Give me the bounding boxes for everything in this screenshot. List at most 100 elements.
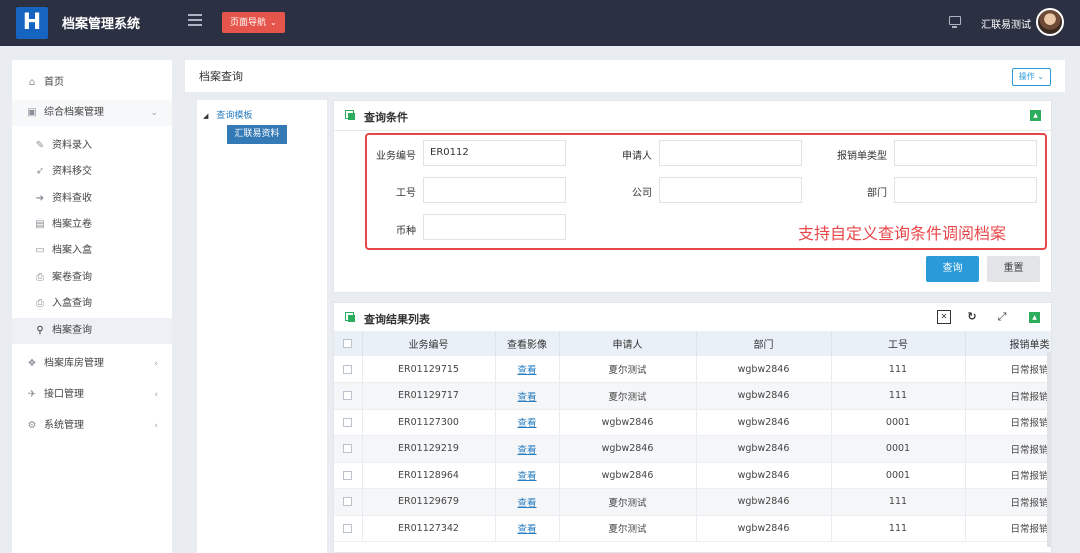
- view-image-link[interactable]: 查看: [517, 418, 536, 429]
- search-button[interactable]: 查询: [926, 256, 979, 282]
- row-checkbox[interactable]: [343, 497, 353, 507]
- print-icon: ⎙: [36, 272, 44, 283]
- menu-toggle-icon[interactable]: [188, 14, 202, 26]
- user-name[interactable]: 汇联易测试: [981, 16, 1031, 31]
- table-row[interactable]: ER01129219 查看 wgbw2846 wgbw2846 0001 日常报…: [334, 435, 1051, 463]
- table-cell: 日常报销: [965, 382, 1051, 410]
- table-cell: 夏尔测试: [559, 356, 697, 383]
- table-cell: 日常报销: [965, 435, 1051, 463]
- table-cell: ER01128964: [362, 462, 496, 489]
- sidebar-item-interface-management[interactable]: ✈ 接口管理 ‹: [12, 382, 172, 408]
- operations-dropdown-button[interactable]: 操作 ⌄: [1011, 68, 1051, 86]
- table-row[interactable]: ER01128964 查看 wgbw2846 wgbw2846 0001 日常报…: [334, 462, 1051, 489]
- view-image-link[interactable]: 查看: [517, 471, 536, 482]
- view-image-link[interactable]: 查看: [517, 365, 536, 376]
- select-all-cell[interactable]: [334, 331, 363, 356]
- table-cell: wgbw2846: [559, 409, 697, 436]
- app-logo[interactable]: H: [16, 7, 48, 39]
- department-input[interactable]: [894, 177, 1037, 203]
- sidebar-item-label: 资料移交: [52, 166, 92, 177]
- column-header[interactable]: 部门: [696, 331, 832, 356]
- table-cell: 0001: [831, 435, 966, 463]
- sidebar-item-data-entry[interactable]: ✎ 资料录入: [12, 133, 172, 159]
- monitor-icon[interactable]: [949, 16, 961, 28]
- business-no-input[interactable]: ER0112: [423, 140, 566, 166]
- row-checkbox-cell[interactable]: [334, 515, 363, 542]
- row-checkbox-cell[interactable]: [334, 409, 363, 436]
- table-row[interactable]: ER01129717 查看 夏尔测试 wgbw2846 111 日常报销: [334, 382, 1051, 410]
- column-header[interactable]: 业务编号: [362, 331, 496, 356]
- file-icon: ▣: [27, 107, 37, 118]
- sidebar-item-label: 资料录入: [52, 140, 92, 151]
- row-checkbox[interactable]: [343, 444, 353, 454]
- row-checkbox[interactable]: [343, 470, 353, 480]
- table-cell: 111: [831, 382, 966, 410]
- select-all-checkbox[interactable]: [343, 338, 353, 348]
- row-checkbox-cell[interactable]: [334, 488, 363, 516]
- sidebar-item-label: 案卷查询: [52, 272, 92, 283]
- table-cell: ER01129679: [362, 488, 496, 516]
- sidebar-item-warehouse-management[interactable]: ❖ 档案库房管理 ‹: [12, 351, 172, 377]
- sidebar-item-system-management[interactable]: ⚙ 系统管理 ‹: [12, 413, 172, 439]
- refresh-icon[interactable]: ↻: [965, 310, 979, 324]
- row-checkbox-cell[interactable]: [334, 356, 363, 383]
- sidebar-item-volume-query[interactable]: ⎙ 案卷查询: [12, 265, 172, 291]
- sidebar-item-home[interactable]: ⌂ 首页: [12, 70, 172, 96]
- print-icon: ⎙: [36, 298, 44, 309]
- box-icon: ▭: [35, 245, 45, 256]
- sidebar-item-archive-filing[interactable]: ▤ 档案立卷: [12, 212, 172, 238]
- row-checkbox-cell[interactable]: [334, 382, 363, 410]
- window-restore-icon: [345, 110, 356, 121]
- page-title: 档案查询: [199, 70, 243, 83]
- company-input[interactable]: [659, 177, 802, 203]
- sidebar-item-archive-query[interactable]: ⚲ 档案查询: [12, 318, 172, 344]
- table-row[interactable]: ER01129679 查看 夏尔测试 wgbw2846 111 日常报销: [334, 488, 1051, 516]
- tree-leaf-selected[interactable]: 汇联易资料: [227, 125, 287, 144]
- tree-node-query-template[interactable]: ◢ 查询模板: [203, 108, 252, 121]
- avatar[interactable]: [1036, 8, 1064, 36]
- report-type-input[interactable]: [894, 140, 1037, 166]
- sidebar-item-data-transfer[interactable]: ➶ 资料移交: [12, 159, 172, 185]
- table-row[interactable]: ER01129715 查看 夏尔测试 wgbw2846 111 日常报销: [334, 356, 1051, 383]
- table-cell-link-cell: 查看: [495, 356, 560, 383]
- applicant-input[interactable]: [659, 140, 802, 166]
- row-checkbox[interactable]: [343, 391, 353, 401]
- view-image-link[interactable]: 查看: [517, 445, 536, 456]
- collapse-icon[interactable]: ▲: [1030, 110, 1041, 121]
- row-checkbox[interactable]: [343, 417, 353, 427]
- view-image-link[interactable]: 查看: [517, 498, 536, 509]
- result-panel-title: 查询结果列表: [364, 313, 430, 326]
- edit-icon: ✎: [35, 140, 45, 151]
- export-excel-icon[interactable]: ✕: [937, 310, 951, 324]
- caret-down-icon[interactable]: ◢: [203, 112, 208, 120]
- sidebar-item-label: 综合档案管理: [44, 107, 104, 118]
- currency-input[interactable]: [423, 214, 566, 240]
- row-checkbox[interactable]: [343, 364, 353, 374]
- collapse-icon[interactable]: ▲: [1029, 312, 1040, 323]
- column-header[interactable]: 查看影像: [495, 331, 560, 356]
- sidebar-item-data-receive[interactable]: ➔ 资料查收: [12, 186, 172, 212]
- view-image-link[interactable]: 查看: [517, 392, 536, 403]
- table-row[interactable]: ER01127342 查看 夏尔测试 wgbw2846 111 日常报销: [334, 515, 1051, 542]
- view-image-link[interactable]: 查看: [517, 524, 536, 535]
- sidebar-item-label: 档案查询: [52, 325, 92, 336]
- column-header[interactable]: 报销单类: [965, 331, 1051, 356]
- window-restore-icon: [345, 312, 356, 323]
- query-panel-title: 查询条件: [364, 111, 408, 124]
- expand-icon[interactable]: ⤢: [995, 310, 1009, 324]
- sidebar-item-archive-boxing[interactable]: ▭ 档案入盒: [12, 238, 172, 264]
- row-checkbox-cell[interactable]: [334, 435, 363, 463]
- employee-no-input[interactable]: [423, 177, 566, 203]
- row-checkbox[interactable]: [343, 523, 353, 533]
- sidebar-item-box-query[interactable]: ⎙ 入盒查询: [12, 291, 172, 317]
- applicant-label: 申请人: [622, 151, 652, 162]
- column-header[interactable]: 工号: [831, 331, 966, 356]
- sidebar-item-label: 首页: [44, 77, 64, 88]
- column-header[interactable]: 申请人: [559, 331, 697, 356]
- page-nav-button[interactable]: 页面导航 ⌄: [222, 12, 285, 33]
- row-checkbox-cell[interactable]: [334, 462, 363, 489]
- reset-button[interactable]: 重置: [987, 256, 1040, 282]
- sidebar-item-integrated-archive[interactable]: ▣ 综合档案管理 ⌄: [12, 100, 172, 126]
- table-scrollbar[interactable]: [1047, 352, 1051, 547]
- table-row[interactable]: ER01127300 查看 wgbw2846 wgbw2846 0001 日常报…: [334, 409, 1051, 436]
